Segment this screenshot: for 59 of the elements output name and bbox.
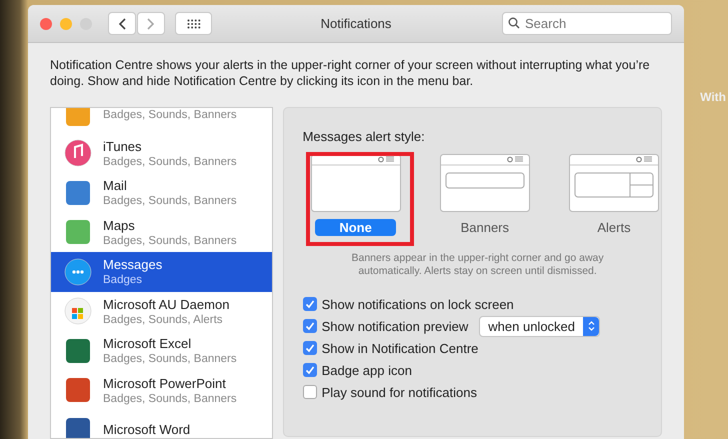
app-summary: Badges: [103, 274, 144, 286]
app-list-item[interactable]: Messages Badges: [51, 252, 272, 292]
app-summary: Badges, Sounds, Banners: [103, 108, 237, 121]
app-icon: [63, 296, 93, 326]
app-name: Mail: [103, 178, 128, 194]
desktop-label: With: [700, 90, 726, 104]
app-name: Maps: [103, 218, 136, 233]
back-button[interactable]: [108, 12, 136, 35]
app-icon: [63, 108, 93, 129]
app-name: Microsoft PowerPoint: [103, 376, 227, 391]
app-summary: Badges, Sounds, Banners: [103, 195, 237, 208]
app-name: Messages: [103, 257, 162, 272]
alert-style-option[interactable]: Banners: [436, 219, 533, 236]
banner-style-preview[interactable]: [440, 154, 530, 212]
checkbox-label: Show notifications on lock screen: [322, 296, 514, 312]
app-name: Microsoft AU Daemon: [103, 296, 230, 312]
up-down-chevron-icon: [588, 320, 595, 332]
app-list-item[interactable]: Microsoft Word: [51, 410, 272, 438]
app-name: Microsoft Word: [103, 422, 190, 438]
app-summary: Badges, Sounds, Banners: [103, 234, 237, 247]
alert-style-option[interactable]: Alerts: [573, 219, 655, 236]
search-field[interactable]: Search: [502, 12, 672, 35]
checkbox[interactable]: [302, 297, 317, 311]
app-list-item[interactable]: Maps Badges, Sounds, Banners: [51, 212, 272, 252]
app-list-item[interactable]: Badges, Sounds, Banners: [51, 108, 272, 134]
checkbox[interactable]: [302, 341, 317, 355]
preview-dropdown[interactable]: when unlocked: [479, 316, 600, 336]
alert-style-label: Messages alert style:: [302, 129, 425, 144]
chevron-left-icon: [118, 18, 126, 30]
app-summary: Badges, Sounds, Banners: [103, 156, 237, 168]
app-icon: [63, 138, 93, 168]
alert-style-option[interactable]: None: [315, 219, 396, 236]
app-list-item[interactable]: Microsoft PowerPoint Badges, Sounds, Banners: [51, 370, 272, 410]
close-button[interactable]: [40, 18, 52, 30]
alert-style-caption: Banners appear in the upper-right corner and go away automatically. Alerts stay on screen until dismissed.: [350, 252, 605, 278]
app-list-item[interactable]: Microsoft AU Daemon Badges, Sounds, Alerts: [51, 292, 272, 331]
alert-style-preview[interactable]: [569, 154, 659, 212]
chevron-right-icon: [147, 18, 155, 30]
show-all-button[interactable]: [175, 12, 212, 35]
grid-icon: [186, 18, 200, 28]
app-list-item[interactable]: Microsoft Excel Badges, Sounds, Banners: [51, 331, 272, 370]
app-summary: Badges, Sounds, Banners: [103, 353, 237, 366]
checkbox-label: Show in Notification Centre: [322, 340, 478, 356]
none-style-preview[interactable]: [310, 154, 401, 212]
app-summary: Badges, Sounds, Alerts: [103, 314, 224, 326]
app-summary: Badges, Sounds, Banners: [103, 392, 237, 405]
checkbox-label: Show notification preview: [322, 318, 468, 334]
app-name: iTunes: [103, 138, 143, 154]
checkbox[interactable]: [302, 385, 317, 399]
checkbox[interactable]: [302, 363, 317, 377]
checkbox-label: Badge app icon: [322, 362, 412, 378]
app-icon: [63, 256, 93, 287]
window-title: Notifications: [320, 16, 392, 31]
checkbox[interactable]: [302, 319, 317, 333]
app-list-item[interactable]: Mail Badges, Sounds, Banners: [51, 173, 272, 212]
app-name: Microsoft Excel: [103, 336, 192, 352]
app-list-item[interactable]: iTunes Badges, Sounds, Banners: [51, 134, 272, 173]
checkbox-label: Play sound for notifications: [322, 384, 477, 400]
description-text: Notification Centre shows your alerts in the upper-right corner of your screen without interrupting what you’re doing. Show and hide Notification Centre by clicking its icon in the menu bar.: [50, 57, 651, 89]
